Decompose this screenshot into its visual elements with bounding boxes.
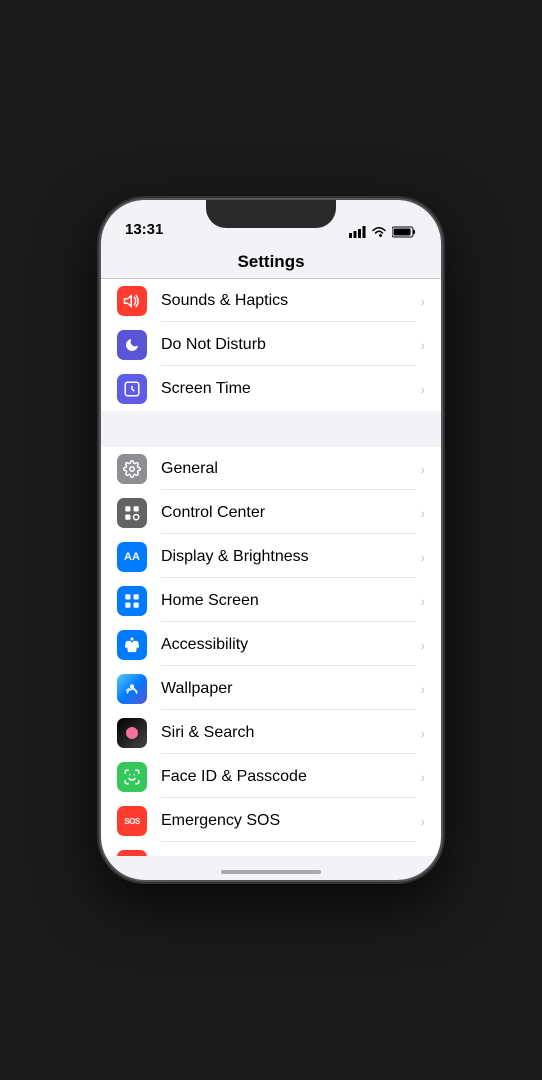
faceid-icon — [117, 762, 147, 792]
divider-1 — [101, 411, 441, 447]
wallpaper-label: Wallpaper — [161, 669, 416, 710]
settings-item-controlcenter[interactable]: Control Center › — [101, 491, 441, 535]
settings-item-wallpaper[interactable]: Wallpaper › — [101, 667, 441, 711]
home-indicator — [221, 870, 321, 874]
homescreen-icon — [117, 586, 147, 616]
sounds-chevron: › — [420, 293, 425, 309]
section-group-2: General › Control Center › — [101, 447, 441, 856]
accessibility-icon — [117, 630, 147, 660]
donotdisturb-label: Do Not Disturb — [161, 325, 416, 366]
general-label: General — [161, 449, 416, 490]
emergencysos-label: Emergency SOS — [161, 801, 416, 842]
general-icon — [117, 454, 147, 484]
donotdisturb-chevron: › — [420, 337, 425, 353]
settings-item-emergencysos[interactable]: SOS Emergency SOS › — [101, 799, 441, 843]
controlcenter-chevron: › — [420, 505, 425, 521]
wifi-icon — [371, 226, 387, 238]
accessibility-label: Accessibility — [161, 625, 416, 666]
sirisearch-label: Siri & Search — [161, 713, 416, 754]
exposurenotif-label: Exposure Notifications — [161, 845, 416, 857]
sirisearch-chevron: › — [420, 725, 425, 741]
status-time: 13:31 — [125, 221, 163, 238]
displaybrightness-icon: AA — [117, 542, 147, 572]
settings-list[interactable]: Sounds & Haptics › Do Not Disturb › — [101, 279, 441, 856]
settings-item-faceid[interactable]: Face ID & Passcode › — [101, 755, 441, 799]
wallpaper-icon — [117, 674, 147, 704]
sounds-label: Sounds & Haptics — [161, 281, 416, 322]
settings-item-accessibility[interactable]: Accessibility › — [101, 623, 441, 667]
accessibility-chevron: › — [420, 637, 425, 653]
notch — [206, 200, 336, 228]
wallpaper-chevron: › — [420, 681, 425, 697]
settings-item-sirisearch[interactable]: Siri & Search › — [101, 711, 441, 755]
screentime-chevron: › — [420, 381, 425, 397]
controlcenter-icon — [117, 498, 147, 528]
sounds-icon — [117, 286, 147, 316]
general-chevron: › — [420, 461, 425, 477]
settings-item-screentime[interactable]: Screen Time › — [101, 367, 441, 411]
homescreen-label: Home Screen — [161, 581, 416, 622]
settings-item-sounds[interactable]: Sounds & Haptics › — [101, 279, 441, 323]
settings-item-general[interactable]: General › — [101, 447, 441, 491]
phone-frame: 13:31 — [101, 200, 441, 880]
section-group-1: Sounds & Haptics › Do Not Disturb › — [101, 279, 441, 411]
controlcenter-label: Control Center — [161, 493, 416, 534]
settings-item-exposurenotif[interactable]: Exposure Notifications › — [101, 843, 441, 856]
screentime-icon — [117, 374, 147, 404]
status-icons — [349, 226, 417, 238]
emergencysos-icon: SOS — [117, 806, 147, 836]
displaybrightness-label: Display & Brightness — [161, 537, 416, 578]
sirisearch-icon — [117, 718, 147, 748]
displaybrightness-chevron: › — [420, 549, 425, 565]
page-title: Settings — [237, 252, 304, 271]
signal-icon — [349, 226, 366, 238]
phone-screen: 13:31 — [101, 200, 441, 880]
settings-item-displaybrightness[interactable]: AA Display & Brightness › — [101, 535, 441, 579]
nav-bar: Settings — [101, 244, 441, 279]
screentime-label: Screen Time — [161, 369, 416, 409]
faceid-chevron: › — [420, 769, 425, 785]
homescreen-chevron: › — [420, 593, 425, 609]
settings-item-donotdisturb[interactable]: Do Not Disturb › — [101, 323, 441, 367]
settings-item-homescreen[interactable]: Home Screen › — [101, 579, 441, 623]
emergencysos-chevron: › — [420, 813, 425, 829]
faceid-label: Face ID & Passcode — [161, 757, 416, 798]
donotdisturb-icon — [117, 330, 147, 360]
battery-icon — [392, 226, 417, 238]
exposurenotif-icon — [117, 850, 147, 856]
